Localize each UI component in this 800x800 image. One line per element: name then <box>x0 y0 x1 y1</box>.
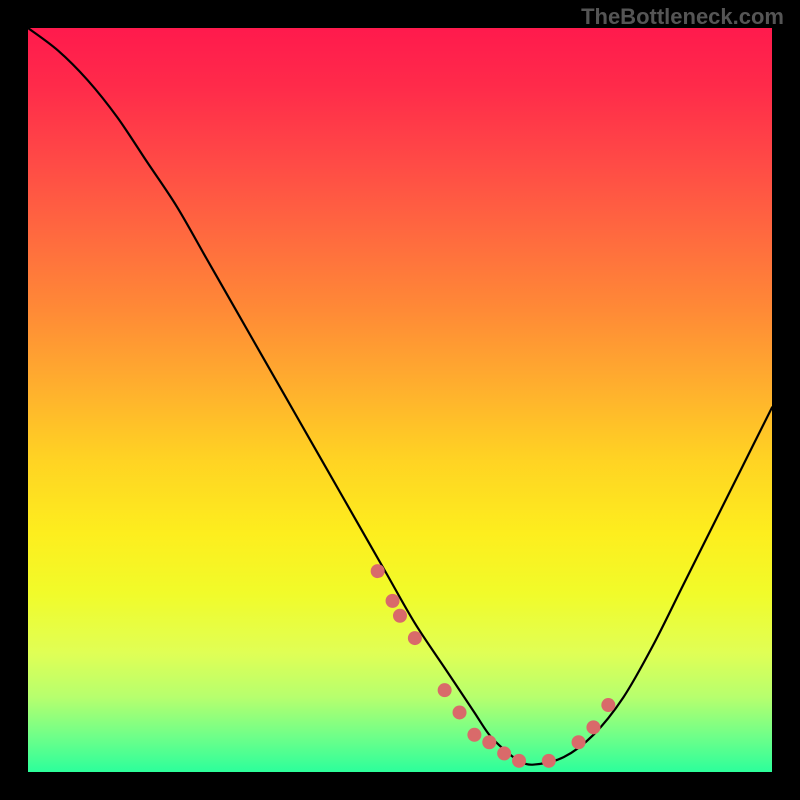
data-point <box>601 698 615 712</box>
data-point <box>482 735 496 749</box>
data-point <box>497 746 511 760</box>
data-point <box>512 754 526 768</box>
plot-area <box>28 28 772 772</box>
data-point <box>408 631 422 645</box>
chart-overlay <box>28 28 772 772</box>
data-point <box>453 705 467 719</box>
data-point <box>542 754 556 768</box>
data-point <box>438 683 452 697</box>
data-point <box>467 728 481 742</box>
points-group <box>371 564 616 768</box>
data-point <box>371 564 385 578</box>
chart-container: TheBottleneck.com <box>0 0 800 800</box>
bottleneck-curve <box>28 28 772 765</box>
data-point <box>572 735 586 749</box>
data-point <box>393 609 407 623</box>
data-point <box>386 594 400 608</box>
data-point <box>586 720 600 734</box>
watermark-label: TheBottleneck.com <box>581 4 784 30</box>
